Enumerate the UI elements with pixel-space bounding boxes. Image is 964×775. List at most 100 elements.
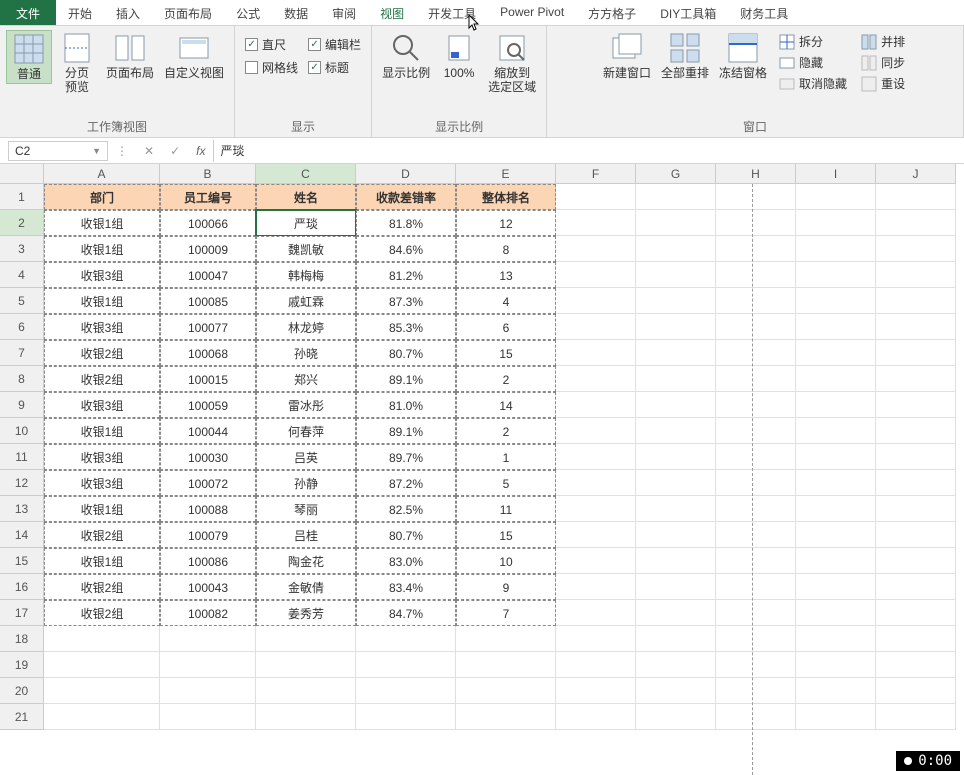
row-header[interactable]: 17 (0, 600, 44, 626)
tab-DIY工具箱[interactable]: DIY工具箱 (648, 0, 728, 25)
cell[interactable]: 10 (456, 548, 556, 574)
fx-icon[interactable]: fx (188, 144, 213, 158)
zoom-100-button[interactable]: 100% (436, 30, 482, 82)
cell[interactable] (716, 262, 796, 288)
col-header[interactable]: H (716, 164, 796, 184)
cell[interactable] (716, 444, 796, 470)
cell[interactable] (796, 470, 876, 496)
cell[interactable] (556, 600, 636, 626)
unhide-button[interactable]: 取消隐藏 (777, 74, 849, 93)
cell[interactable]: 收银2组 (44, 600, 160, 626)
cell[interactable]: 12 (456, 210, 556, 236)
row-header[interactable]: 19 (0, 652, 44, 678)
cell[interactable]: 收银3组 (44, 392, 160, 418)
cell[interactable] (636, 262, 716, 288)
col-header[interactable]: E (456, 164, 556, 184)
cell[interactable] (876, 678, 956, 704)
cell[interactable] (796, 366, 876, 392)
cell[interactable] (556, 548, 636, 574)
cell[interactable]: 孙静 (256, 470, 356, 496)
split-button[interactable]: 拆分 (777, 32, 849, 51)
cell[interactable]: 100088 (160, 496, 256, 522)
ruler-checkbox[interactable]: ✓直尺 (245, 36, 298, 53)
cell[interactable] (636, 678, 716, 704)
row-header[interactable]: 1 (0, 184, 44, 210)
cell[interactable]: 员工编号 (160, 184, 256, 210)
cell[interactable] (876, 184, 956, 210)
tab-页面布局[interactable]: 页面布局 (152, 0, 224, 25)
cell[interactable] (716, 184, 796, 210)
cell[interactable] (876, 548, 956, 574)
cell[interactable] (876, 418, 956, 444)
cell[interactable] (636, 340, 716, 366)
cell[interactable] (796, 548, 876, 574)
cell[interactable]: 1 (456, 444, 556, 470)
cell[interactable]: 100085 (160, 288, 256, 314)
cell[interactable] (556, 262, 636, 288)
cell[interactable] (636, 652, 716, 678)
cell[interactable] (716, 340, 796, 366)
tab-文件[interactable]: 文件 (0, 0, 56, 25)
cell[interactable]: 5 (456, 470, 556, 496)
cell[interactable]: 100044 (160, 418, 256, 444)
new-window-button[interactable]: 新建窗口 (599, 30, 655, 82)
cell[interactable]: 82.5% (356, 496, 456, 522)
cell[interactable] (556, 418, 636, 444)
cell[interactable] (456, 678, 556, 704)
cell[interactable] (356, 626, 456, 652)
cell[interactable]: 收银2组 (44, 366, 160, 392)
cell[interactable] (44, 626, 160, 652)
expand-fx-icon[interactable]: ⋮ (108, 144, 136, 158)
cell[interactable] (556, 626, 636, 652)
cell[interactable]: 姜秀芳 (256, 600, 356, 626)
cell[interactable]: 80.7% (356, 522, 456, 548)
cell[interactable]: 吕桂 (256, 522, 356, 548)
cell[interactable] (456, 704, 556, 730)
cell[interactable] (716, 210, 796, 236)
cell[interactable]: 100066 (160, 210, 256, 236)
normal-view-button[interactable]: 普通 (6, 30, 52, 84)
col-header[interactable]: D (356, 164, 456, 184)
row-header[interactable]: 11 (0, 444, 44, 470)
cell[interactable]: 林龙婷 (256, 314, 356, 340)
row-header[interactable]: 8 (0, 366, 44, 392)
cell[interactable] (356, 704, 456, 730)
col-header[interactable]: J (876, 164, 956, 184)
cell[interactable] (716, 418, 796, 444)
row-header[interactable]: 14 (0, 522, 44, 548)
gridlines-checkbox[interactable]: 网格线 (245, 59, 298, 76)
col-header[interactable]: C (256, 164, 356, 184)
cell[interactable] (876, 314, 956, 340)
cell[interactable] (636, 704, 716, 730)
cell[interactable]: 11 (456, 496, 556, 522)
cell[interactable]: 雷冰彤 (256, 392, 356, 418)
cell[interactable] (160, 652, 256, 678)
cell[interactable] (556, 288, 636, 314)
cell[interactable]: 7 (456, 600, 556, 626)
formula-input[interactable]: 严琰 (213, 140, 964, 162)
cell[interactable]: 收银3组 (44, 444, 160, 470)
col-header[interactable]: F (556, 164, 636, 184)
cell[interactable] (796, 522, 876, 548)
cell[interactable]: 100009 (160, 236, 256, 262)
tab-插入[interactable]: 插入 (104, 0, 152, 25)
row-header[interactable]: 18 (0, 626, 44, 652)
cell[interactable]: 部门 (44, 184, 160, 210)
cell[interactable] (876, 262, 956, 288)
cell[interactable] (876, 496, 956, 522)
cell[interactable] (636, 522, 716, 548)
cell[interactable] (556, 496, 636, 522)
cell[interactable]: 14 (456, 392, 556, 418)
cell[interactable]: 收银1组 (44, 288, 160, 314)
cell[interactable]: 4 (456, 288, 556, 314)
cell[interactable]: 81.0% (356, 392, 456, 418)
cell[interactable]: 89.1% (356, 418, 456, 444)
cell[interactable] (636, 184, 716, 210)
cell[interactable] (556, 574, 636, 600)
zoom-button[interactable]: 显示比例 (378, 30, 434, 82)
cell[interactable]: 收银2组 (44, 340, 160, 366)
page-break-preview-button[interactable]: 分页 预览 (54, 30, 100, 96)
cell[interactable]: 严琰 (256, 210, 356, 236)
cell[interactable]: 9 (456, 574, 556, 600)
cell[interactable] (796, 600, 876, 626)
